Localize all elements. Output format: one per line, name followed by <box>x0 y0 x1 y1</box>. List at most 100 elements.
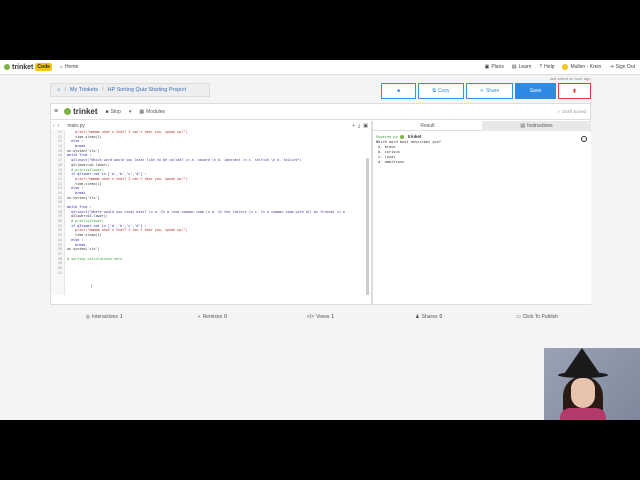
home-breadcrumb-icon[interactable]: ⌂ <box>57 87 60 93</box>
tab-result-label: Result <box>420 122 435 129</box>
avatar <box>562 64 569 70</box>
signout-icon: ⇥ <box>609 64 614 70</box>
vertical-scrollbar[interactable] <box>366 158 369 295</box>
stat-interactions[interactable]: ◎ Interactions 1 <box>50 310 158 324</box>
stat-remixes[interactable]: ⑂ Remixes 0 <box>158 310 266 324</box>
tab-scroll-arrows[interactable]: ‹› <box>53 123 62 129</box>
trinket-logo[interactable]: trinket Code <box>4 63 52 71</box>
webcam-face <box>571 378 595 408</box>
output-line: d. ambitious <box>376 160 405 164</box>
stop-icon: ■ <box>105 108 109 115</box>
users-icon: ♟ <box>415 314 420 320</box>
trinket-logo-icon <box>399 134 404 139</box>
instructions-icon: ▤ <box>520 123 526 129</box>
stat-count: 0 <box>224 314 227 320</box>
top-nav: trinket Code ⌂ Home ▣ Plans ▤ Learn ? Help … <box>0 60 640 75</box>
code-icon: </> <box>306 314 315 320</box>
breadcrumb: ⌂ / My Trinkets / HP Sorting Quiz Starti… <box>50 83 210 97</box>
home-icon: ⌂ <box>59 64 63 70</box>
last-saved-text: last saved an hour ago <box>550 76 591 81</box>
modules-icon: ▦ <box>139 108 145 115</box>
plans-icon: ▣ <box>484 64 490 70</box>
nav-learn-link[interactable]: ▤ Learn <box>512 64 532 70</box>
interactions-icon: ◎ <box>85 314 90 320</box>
user-menu[interactable]: Mullen - Krein <box>562 64 601 70</box>
stat-views[interactable]: </> Views 1 <box>266 310 374 324</box>
line-content <box>63 271 67 276</box>
stat-publish[interactable]: ▭ Click To Publish <box>483 310 591 324</box>
line-number: 41 <box>57 270 62 275</box>
output-console[interactable]: Powered by trinket Which word best descr… <box>373 132 591 304</box>
file-tab-main[interactable]: main.py <box>67 123 85 129</box>
code-editor[interactable]: 11 print("mmmmm what's that? I can't hea… <box>51 130 371 295</box>
run-dropdown[interactable]: ▾ <box>129 109 132 115</box>
code-line: 41 <box>51 271 371 276</box>
witch-hat-icon <box>564 348 600 374</box>
logo-badge: Code <box>35 63 52 71</box>
sign-out-link[interactable]: ⇥ Sign Out <box>609 64 635 70</box>
stop-label: Stop <box>110 108 121 115</box>
folder-icon: ■ <box>396 88 401 94</box>
result-tabs: Result ▤ Instructions <box>373 121 591 131</box>
code-lines: 11 print("mmmmm what's that? I can't hea… <box>51 130 371 275</box>
stat-count: 0 <box>439 314 443 320</box>
logo-text: trinket <box>12 63 34 71</box>
stat-count: 1 <box>331 314 335 320</box>
tab-result[interactable]: Result <box>373 121 482 131</box>
stop-circle-icon[interactable] <box>581 136 587 142</box>
tab-instructions[interactable]: ▤ Instructions <box>482 121 591 131</box>
chevron-down-icon: ▾ <box>128 108 132 115</box>
editor-logo-text: trinket <box>73 107 98 116</box>
powered-logo-text: trinket <box>407 134 422 139</box>
copy-label: Copy <box>437 88 450 94</box>
folder-button[interactable]: ■ <box>381 83 416 99</box>
stat-label: Click To Publish <box>522 314 558 320</box>
help-icon: ? <box>539 64 543 70</box>
share-icon: ⋖ <box>479 88 484 94</box>
copy-icon: ⧉ <box>432 88 436 94</box>
text-cursor-icon: I <box>91 284 93 290</box>
line-content: os.system('cls') <box>67 247 100 252</box>
stat-label: Shares <box>421 314 438 320</box>
stat-shares[interactable]: ♟ Shares 0 <box>375 310 483 324</box>
upload-icon[interactable]: ▣ <box>363 123 368 129</box>
trash-icon: ▮ <box>573 88 576 94</box>
output-lines: Which word best describes you? a. brave … <box>376 140 588 165</box>
remix-icon: ⑂ <box>197 314 201 320</box>
menu-icon[interactable]: ≡ <box>54 108 58 115</box>
nav-home-link[interactable]: ⌂ Home <box>60 64 78 70</box>
breadcrumb-separator: / <box>101 87 104 93</box>
nav-help-link[interactable]: ? Help <box>539 64 554 70</box>
trinket-logo-icon <box>4 64 10 70</box>
file-tabs: ‹› main.py + ⤓ ▣ <box>51 121 371 130</box>
modules-label: Modules <box>146 108 166 115</box>
sign-out-label: Sign Out <box>615 64 635 70</box>
nav-plans-label: Plans <box>491 64 504 70</box>
breadcrumb-folder[interactable]: My Trinkets <box>70 87 98 93</box>
editor-container: ≡ trinket ■ Stop ▾ ▦ Modules ✓ Draft Saved… <box>50 103 591 305</box>
download-icon[interactable]: ⤓ <box>358 123 360 129</box>
trinket-logo-icon <box>64 108 72 115</box>
modules-button[interactable]: ▦ Modules <box>139 109 165 115</box>
stat-label: Views <box>316 314 330 320</box>
stat-count: 1 <box>119 314 123 320</box>
publish-icon: ▭ <box>515 314 521 320</box>
autosave-label: Draft Saved <box>562 108 586 114</box>
webcam-overlay <box>544 348 640 420</box>
editor-toolbar: ≡ trinket ■ Stop ▾ ▦ Modules ✓ Draft Saved <box>51 104 590 120</box>
save-button[interactable]: Save <box>515 83 556 99</box>
line-content: # sorting calculations here <box>67 256 123 261</box>
delete-button[interactable]: ▮ <box>558 83 591 99</box>
user-name: Mullen - Krein <box>570 64 602 70</box>
file-actions: + ⤓ ▣ <box>352 123 368 129</box>
copy-button[interactable]: ⧉ Copy <box>418 83 464 99</box>
breadcrumb-project[interactable]: HP Sorting Quiz Starting Project <box>108 87 186 93</box>
stat-label: Remixes <box>202 314 223 320</box>
learn-icon: ▤ <box>511 64 517 70</box>
share-label: Share <box>485 88 500 94</box>
add-file-icon[interactable]: + <box>352 123 355 129</box>
powered-by: Powered by trinket <box>376 134 588 139</box>
nav-plans-link[interactable]: ▣ Plans <box>485 64 504 70</box>
stop-button[interactable]: ■ Stop <box>106 109 121 115</box>
share-button[interactable]: ⋖ Share <box>466 83 513 99</box>
